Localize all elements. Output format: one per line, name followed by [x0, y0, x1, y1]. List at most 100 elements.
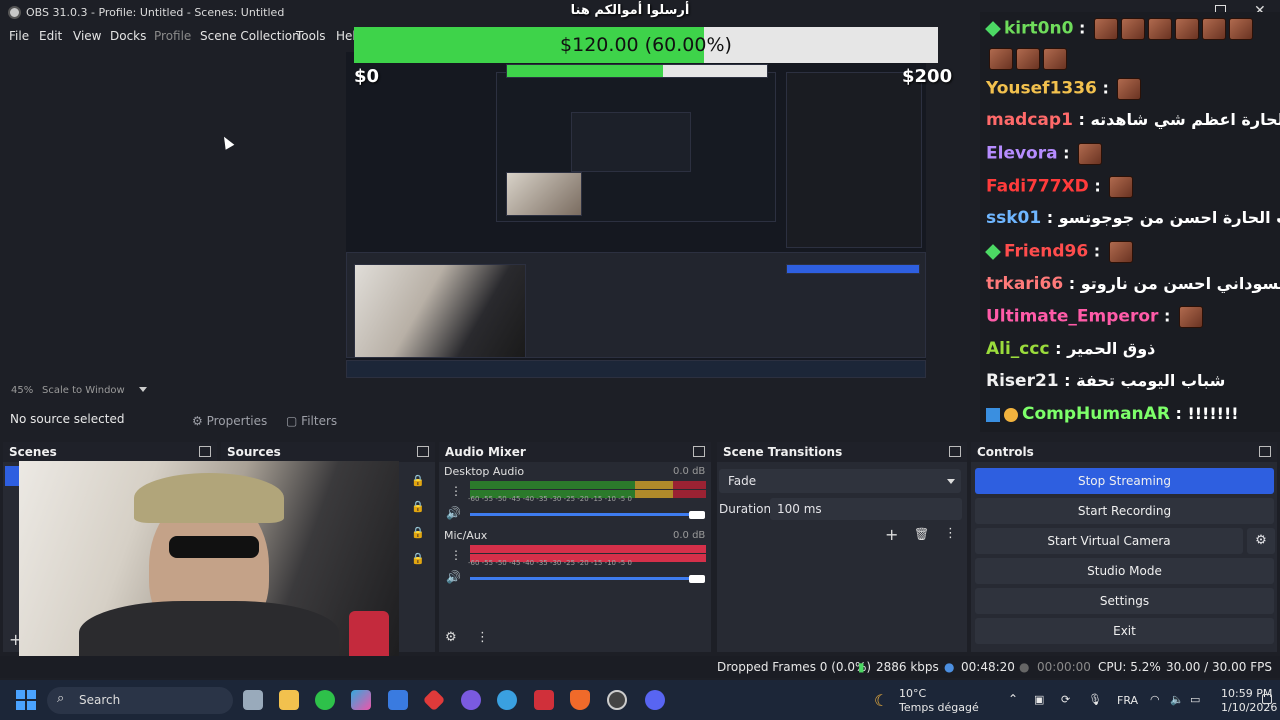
exit-button[interactable]: Exit [975, 618, 1274, 644]
chat-message-continued [986, 48, 1276, 70]
source-toolbar: No source selected ⚙ Properties ▢ Filter… [0, 404, 980, 434]
filters-label: Filters [301, 414, 338, 428]
discord-icon[interactable] [645, 690, 665, 710]
undock-icon[interactable] [693, 446, 705, 457]
taskbar-search[interactable]: ⌕ Search [47, 687, 233, 714]
filter-icon: ▢ [286, 414, 298, 428]
undock-icon[interactable] [949, 446, 961, 457]
scale-mode-select[interactable]: Scale to Window [42, 385, 125, 396]
duration-input[interactable]: 100 ms [770, 498, 962, 520]
controls-title: Controls [977, 445, 1034, 459]
chat-separator: : [1158, 306, 1176, 326]
task-view-icon[interactable] [243, 690, 263, 710]
volume-slider-knob[interactable] [689, 575, 705, 583]
chat-username: Ali_ccc [986, 339, 1050, 359]
preview-canvas[interactable] [346, 52, 926, 378]
studio-mode-button[interactable]: Studio Mode [975, 558, 1274, 584]
settings-button[interactable]: Settings [975, 588, 1274, 614]
add-transition-icon[interactable]: + [885, 525, 898, 544]
menu-tools[interactable]: Tools [296, 29, 326, 43]
transition-select[interactable]: Fade [719, 469, 961, 493]
undock-icon[interactable] [199, 446, 211, 457]
obs-icon[interactable] [607, 690, 627, 710]
chevron-up-icon[interactable]: ⌃ [1008, 692, 1018, 706]
chevron-down-icon[interactable] [139, 387, 147, 392]
chat-message: ssk01 : باب الحارة احسن من جوجوتسو [986, 208, 1280, 228]
chat-separator: : [1073, 18, 1091, 38]
scene-item-selected[interactable] [5, 466, 19, 486]
tray-app-icon[interactable]: ▣ [1034, 693, 1044, 706]
audio-mixer-title: Audio Mixer [445, 445, 526, 459]
volume-slider[interactable] [470, 577, 700, 580]
chat-message: madcap1 : باب الحارة اعظم شي شاهدته [986, 110, 1280, 130]
store-icon[interactable] [388, 690, 408, 710]
virtual-camera-settings-icon[interactable]: ⚙ [1247, 528, 1275, 554]
properties-button[interactable]: ⚙ Properties [184, 409, 275, 433]
menu-view[interactable]: View [73, 29, 101, 43]
battery-icon[interactable]: ▭ [1190, 693, 1200, 706]
notification-icon[interactable] [1262, 694, 1272, 704]
start-recording-button[interactable]: Start Recording [975, 498, 1274, 524]
volume-icon[interactable]: 🔈 [1170, 693, 1184, 706]
stop-streaming-button[interactable]: Stop Streaming [975, 468, 1274, 494]
windows-start-icon[interactable] [16, 690, 36, 710]
donation-title: أرسلوا أموالكم هنا [570, 3, 690, 18]
xbox-icon[interactable] [315, 690, 335, 710]
bitrate: 2886 kbps [876, 660, 939, 674]
donation-goal-text: $120.00 (60.00%) [560, 34, 732, 56]
weather-temp: 10°C [899, 687, 927, 700]
undock-icon[interactable] [1259, 446, 1271, 457]
webcam-overlay [19, 461, 399, 674]
volume-slider[interactable] [470, 513, 700, 516]
copilot-icon[interactable] [351, 690, 371, 710]
lock-icon[interactable]: 🔒 [411, 552, 425, 565]
tray-sync-icon[interactable]: ⟳ [1061, 693, 1070, 706]
duration-value: 100 ms [777, 502, 822, 516]
language-indicator[interactable]: FRA [1117, 694, 1138, 707]
fps: 30.00 / 30.00 FPS [1166, 660, 1272, 674]
kebab-menu-icon[interactable]: ⋮ [450, 548, 462, 562]
start-virtual-camera-button[interactable]: Start Virtual Camera [975, 528, 1243, 554]
chat-text: فضيل السوداني احسن من ناروتو [1080, 274, 1280, 293]
edge-icon[interactable] [497, 690, 517, 710]
lock-icon[interactable]: 🔒 [411, 500, 425, 513]
chat-message: CompHumanAR : !!!!!!! [986, 404, 1276, 424]
file-explorer-icon[interactable] [279, 690, 299, 710]
nested-preview-inner [571, 112, 691, 172]
menu-profile[interactable]: Profile [154, 29, 191, 43]
menu-file[interactable]: File [9, 29, 29, 43]
menu-edit[interactable]: Edit [39, 29, 62, 43]
brave-icon[interactable] [570, 690, 590, 710]
app-icon[interactable] [461, 690, 481, 710]
emote-icon [1093, 18, 1118, 40]
moon-weather-icon: ☾ [874, 691, 889, 710]
app-icon[interactable] [534, 690, 554, 710]
trash-icon[interactable]: 🗑 [914, 527, 929, 541]
menu-help[interactable]: Hel [336, 29, 356, 43]
wifi-icon[interactable]: ◠ [1150, 693, 1160, 706]
lock-icon[interactable]: 🔒 [411, 474, 425, 487]
mixer-channel-name: Desktop Audio [444, 465, 525, 478]
chat-overlay: kirt0n0 : Yousef1336 : madcap1 : باب الح… [980, 12, 1280, 432]
microphone-icon[interactable]: 🎙 [1088, 693, 1102, 706]
filters-button[interactable]: ▢ Filters [278, 409, 345, 433]
chat-separator: : [1063, 274, 1081, 293]
kebab-menu-icon[interactable]: ⋮ [450, 484, 462, 498]
volume-slider-knob[interactable] [689, 511, 705, 519]
speaker-icon[interactable]: 🔊 [446, 506, 461, 520]
gear-icon[interactable]: ⚙ [445, 630, 457, 645]
speaker-icon[interactable]: 🔊 [446, 570, 461, 584]
mixer-channel-db: 0.0 dB [673, 530, 706, 541]
menu-scene-collection[interactable]: Scene Collection [200, 29, 300, 43]
prime-badge-icon [986, 407, 1000, 422]
undock-icon[interactable] [417, 446, 429, 457]
menu-docks[interactable]: Docks [110, 29, 146, 43]
kebab-menu-icon[interactable]: ⋮ [944, 526, 957, 541]
donation-goal-min: $0 [354, 66, 380, 87]
meter-ticks: -60 -55 -50 -45 -40 -35 -30 -25 -20 -15 … [468, 495, 632, 503]
properties-label: Properties [206, 414, 268, 428]
lock-icon[interactable]: 🔒 [411, 526, 425, 539]
chat-separator: : [1169, 404, 1188, 423]
kebab-menu-icon[interactable]: ⋮ [476, 630, 489, 645]
gear-icon: ⚙ [192, 414, 203, 428]
